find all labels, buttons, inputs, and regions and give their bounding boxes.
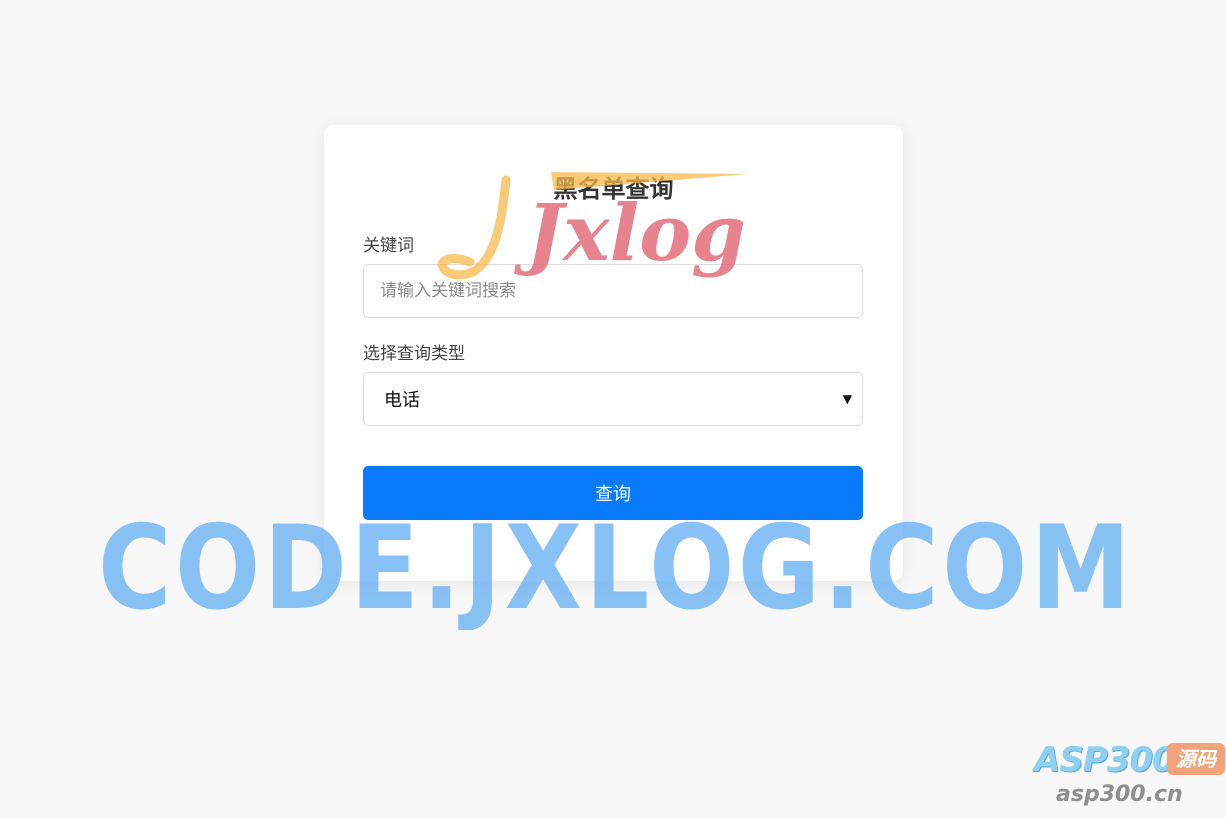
keyword-label: 关键词 <box>363 236 414 256</box>
query-type-label: 选择查询类型 <box>363 344 465 364</box>
keyword-input[interactable] <box>363 264 863 318</box>
caret-down-icon: ▼ <box>842 392 852 406</box>
asp300-url: asp300.cn <box>1056 782 1183 807</box>
search-card: 黑名单查询 关键词 选择查询类型 电话 ▼ 查询 <box>324 125 903 581</box>
asp300-brand: ASP300 <box>1034 740 1176 780</box>
asp300-badge: 源码 <box>1167 743 1225 775</box>
query-type-selected: 电话 <box>384 390 420 411</box>
asp300-watermark: ASP300 源码 asp300.cn <box>1030 740 1226 818</box>
query-button[interactable]: 查询 <box>363 466 863 520</box>
page-title: 黑名单查询 <box>553 175 674 203</box>
query-type-select[interactable]: 电话 ▼ <box>363 372 863 426</box>
